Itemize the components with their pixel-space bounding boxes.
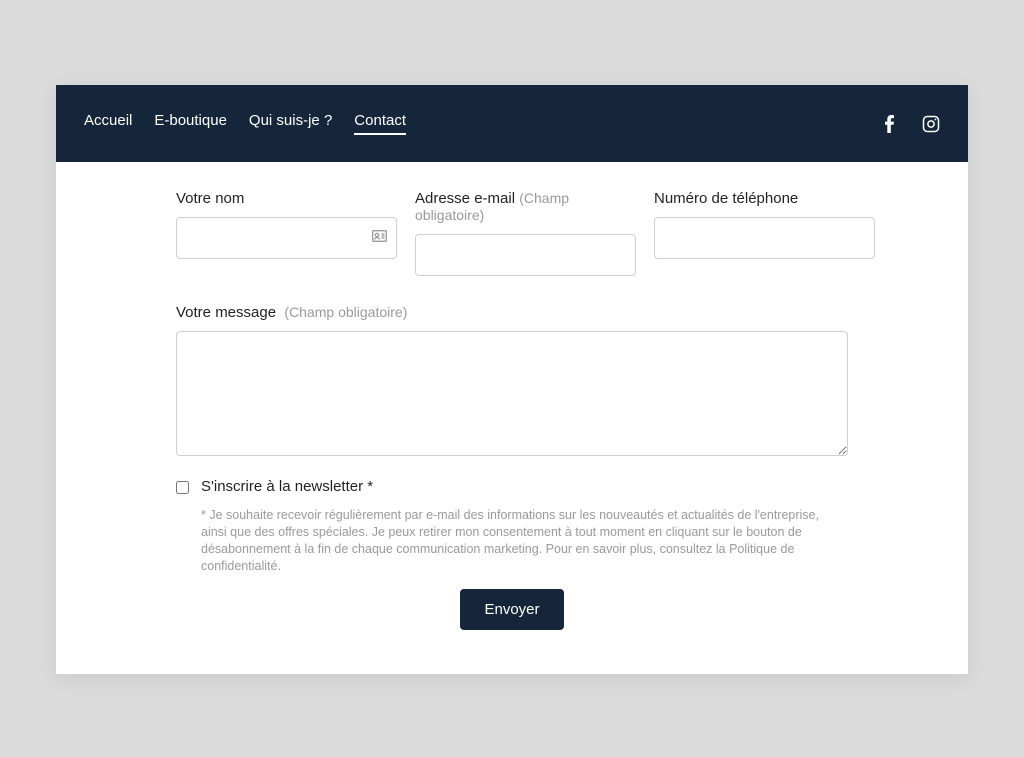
form-content: Votre nom Adresse e-mail (Champ obligato…: [56, 162, 968, 674]
nav-link-contact[interactable]: Contact: [354, 112, 406, 135]
newsletter-disclaimer: * Je souhaite recevoir régulièrement par…: [201, 507, 848, 575]
nav-link-eboutique[interactable]: E-boutique: [154, 112, 227, 135]
instagram-icon[interactable]: [922, 115, 940, 133]
newsletter-checkbox[interactable]: [176, 481, 189, 494]
newsletter-label[interactable]: S'inscrire à la newsletter *: [201, 478, 373, 495]
phone-label: Numéro de téléphone: [654, 190, 875, 207]
field-name: Votre nom: [176, 190, 397, 276]
name-input[interactable]: [176, 217, 397, 259]
navbar: Accueil E-boutique Qui suis-je ? Contact: [56, 85, 968, 162]
page-card: Accueil E-boutique Qui suis-je ? Contact…: [56, 85, 968, 674]
nav-link-quisuisje[interactable]: Qui suis-je ?: [249, 112, 332, 135]
message-input[interactable]: [176, 331, 848, 456]
social-links: [885, 115, 940, 133]
field-email: Adresse e-mail (Champ obligatoire): [415, 190, 636, 276]
phone-input[interactable]: [654, 217, 875, 259]
submit-button[interactable]: Envoyer: [460, 589, 563, 630]
facebook-icon[interactable]: [885, 115, 894, 133]
email-input[interactable]: [415, 234, 636, 276]
nav-links: Accueil E-boutique Qui suis-je ? Contact: [84, 112, 406, 135]
email-label: Adresse e-mail (Champ obligatoire): [415, 190, 636, 224]
contact-card-icon: [372, 229, 387, 247]
nav-link-accueil[interactable]: Accueil: [84, 112, 132, 135]
message-label: Votre message (Champ obligatoire): [176, 304, 848, 321]
name-label: Votre nom: [176, 190, 397, 207]
field-phone: Numéro de téléphone: [654, 190, 875, 276]
field-message: Votre message (Champ obligatoire): [176, 304, 848, 456]
